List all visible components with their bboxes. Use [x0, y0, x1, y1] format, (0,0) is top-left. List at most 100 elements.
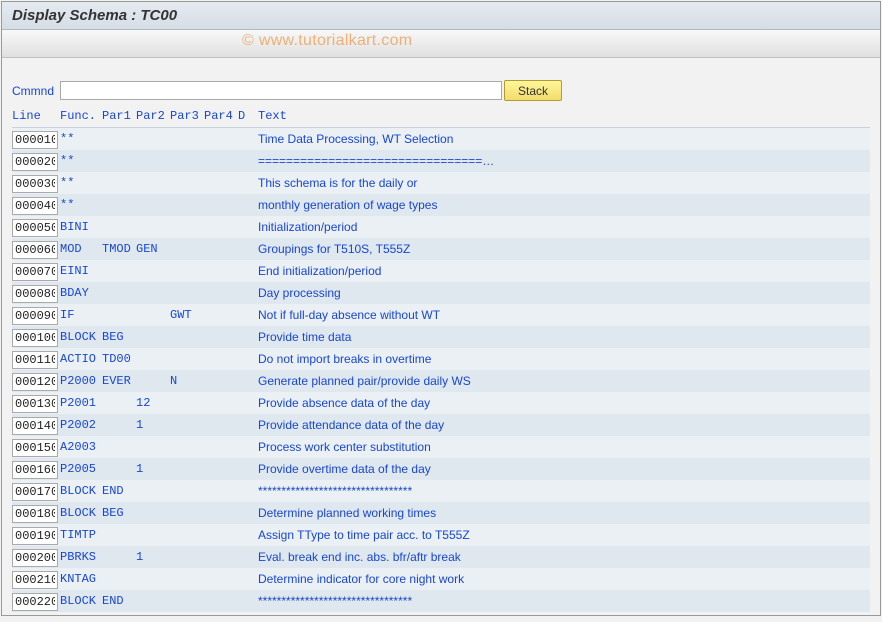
- cell-func: BLOCK: [60, 480, 102, 502]
- table-row[interactable]: **This schema is for the daily or: [12, 172, 870, 194]
- header-par1: Par1: [102, 105, 136, 127]
- table-row[interactable]: A2003Process work center substitution: [12, 436, 870, 458]
- header-d: D: [238, 105, 254, 127]
- table-row[interactable]: P2000EVERNGenerate planned pair/provide …: [12, 370, 870, 392]
- cell-line: [12, 150, 60, 172]
- table-row[interactable]: P200112Provide absence data of the day: [12, 392, 870, 414]
- cell-text: Do not import breaks in overtime: [254, 348, 870, 370]
- table-row[interactable]: MODTMODGENGroupings for T510S, T555Z: [12, 238, 870, 260]
- table-row[interactable]: PBRKS1Eval. break end inc. abs. bfr/aftr…: [12, 546, 870, 568]
- cell-func: BDAY: [60, 282, 102, 304]
- cell-func: A2003: [60, 436, 102, 458]
- line-number-input[interactable]: [12, 439, 58, 457]
- table-row[interactable]: BDAYDay processing: [12, 282, 870, 304]
- cell-line: [12, 260, 60, 282]
- cell-par1: BEG: [102, 326, 136, 348]
- cell-line: [12, 458, 60, 480]
- cell-par2: 1: [136, 414, 170, 436]
- cell-func: BINI: [60, 216, 102, 238]
- cell-line: [12, 436, 60, 458]
- line-number-input[interactable]: [12, 417, 58, 435]
- cell-line: [12, 590, 60, 612]
- line-number-input[interactable]: [12, 395, 58, 413]
- cell-text: Determine planned working times: [254, 502, 870, 524]
- cell-line: [12, 568, 60, 590]
- line-number-input[interactable]: [12, 175, 58, 193]
- cell-func: P2002: [60, 414, 102, 436]
- cell-par1: TD00: [102, 348, 136, 370]
- grid-body: **Time Data Processing, WT Selection**==…: [12, 127, 870, 612]
- table-row[interactable]: **monthly generation of wage types: [12, 194, 870, 216]
- title-bar: Display Schema : TC00: [2, 2, 880, 30]
- table-row[interactable]: **Time Data Processing, WT Selection: [12, 128, 870, 150]
- cell-line: [12, 524, 60, 546]
- cell-func: P2000: [60, 370, 102, 392]
- cell-line: [12, 128, 60, 150]
- line-number-input[interactable]: [12, 483, 58, 501]
- cell-text: Generate planned pair/provide daily WS: [254, 370, 870, 392]
- line-number-input[interactable]: [12, 197, 58, 215]
- line-number-input[interactable]: [12, 285, 58, 303]
- cell-text: Assign TType to time pair acc. to T555Z: [254, 524, 870, 546]
- line-number-input[interactable]: [12, 373, 58, 391]
- line-number-input[interactable]: [12, 131, 58, 149]
- header-par2: Par2: [136, 105, 170, 127]
- cell-par2: 12: [136, 392, 170, 414]
- command-row: Cmmnd Stack: [12, 80, 870, 101]
- cell-text: Not if full-day absence without WT: [254, 304, 870, 326]
- cell-par1: END: [102, 480, 136, 502]
- cell-text: *********************************: [254, 480, 870, 502]
- cell-func: MOD: [60, 238, 102, 260]
- table-row[interactable]: EINIEnd initialization/period: [12, 260, 870, 282]
- line-number-input[interactable]: [12, 219, 58, 237]
- cell-func: BLOCK: [60, 590, 102, 612]
- line-number-input[interactable]: [12, 153, 58, 171]
- cell-line: [12, 172, 60, 194]
- line-number-input[interactable]: [12, 593, 58, 611]
- table-row[interactable]: **================================…: [12, 150, 870, 172]
- cell-par1: EVER: [102, 370, 136, 392]
- line-number-input[interactable]: [12, 549, 58, 567]
- table-row[interactable]: ACTIOTD00Do not import breaks in overtim…: [12, 348, 870, 370]
- header-text: Text: [254, 105, 870, 127]
- header-par4: Par4: [204, 105, 238, 127]
- table-row[interactable]: TIMTPAssign TType to time pair acc. to T…: [12, 524, 870, 546]
- cell-func: EINI: [60, 260, 102, 282]
- stack-button[interactable]: Stack: [504, 80, 562, 101]
- cell-text: Provide overtime data of the day: [254, 458, 870, 480]
- grid-header-row: Line Func. Par1 Par2 Par3 Par4 D Text: [12, 105, 870, 127]
- line-number-input[interactable]: [12, 241, 58, 259]
- cell-par2: GEN: [136, 238, 170, 260]
- page-title: Display Schema : TC00: [12, 7, 177, 24]
- cell-par1: TMOD: [102, 238, 136, 260]
- header-par3: Par3: [170, 105, 204, 127]
- line-number-input[interactable]: [12, 329, 58, 347]
- table-row[interactable]: IFGWTNot if full-day absence without WT: [12, 304, 870, 326]
- table-row[interactable]: BLOCKBEGProvide time data: [12, 326, 870, 348]
- line-number-input[interactable]: [12, 461, 58, 479]
- table-row[interactable]: BLOCKEND********************************…: [12, 590, 870, 612]
- line-number-input[interactable]: [12, 527, 58, 545]
- table-row[interactable]: BINIInitialization/period: [12, 216, 870, 238]
- cell-par1: BEG: [102, 502, 136, 524]
- cell-par3: GWT: [170, 304, 204, 326]
- cell-func: BLOCK: [60, 326, 102, 348]
- header-line: Line: [12, 105, 60, 127]
- line-number-input[interactable]: [12, 505, 58, 523]
- line-number-input[interactable]: [12, 307, 58, 325]
- command-input[interactable]: [60, 81, 502, 100]
- cell-func: P2001: [60, 392, 102, 414]
- cell-func: **: [60, 172, 102, 194]
- cell-text: Eval. break end inc. abs. bfr/aftr break: [254, 546, 870, 568]
- table-row[interactable]: P20051Provide overtime data of the day: [12, 458, 870, 480]
- line-number-input[interactable]: [12, 571, 58, 589]
- cell-line: [12, 216, 60, 238]
- cell-line: [12, 480, 60, 502]
- table-row[interactable]: P20021Provide attendance data of the day: [12, 414, 870, 436]
- cell-line: [12, 326, 60, 348]
- table-row[interactable]: BLOCKBEGDetermine planned working times: [12, 502, 870, 524]
- line-number-input[interactable]: [12, 263, 58, 281]
- line-number-input[interactable]: [12, 351, 58, 369]
- table-row[interactable]: KNTAGDetermine indicator for core night …: [12, 568, 870, 590]
- table-row[interactable]: BLOCKEND ********************************…: [12, 480, 870, 502]
